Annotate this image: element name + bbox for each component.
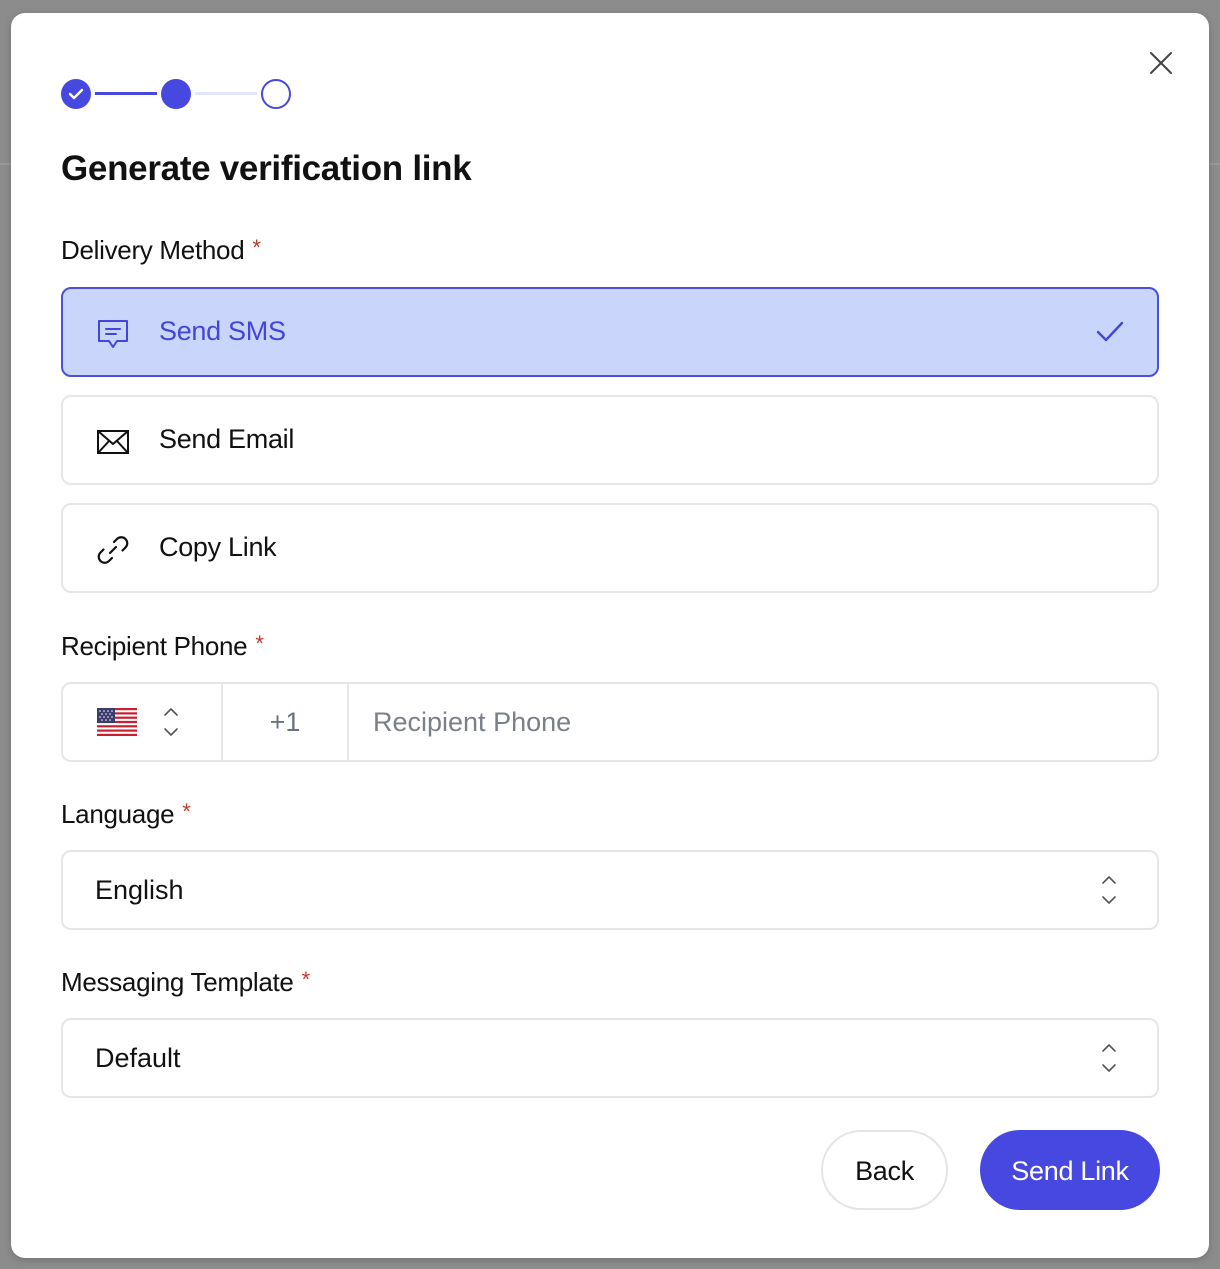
required-mark: * xyxy=(301,967,311,992)
close-icon xyxy=(1150,52,1172,74)
check-icon xyxy=(1096,321,1124,342)
dialog-title: Generate verification link xyxy=(61,149,472,188)
step-connector-upcoming xyxy=(195,92,257,95)
delivery-method-label-text: Delivery Method xyxy=(61,235,245,265)
recipient-phone-label-text: Recipient Phone xyxy=(61,631,248,661)
required-mark: * xyxy=(182,799,191,824)
recipient-phone-label: Recipient Phone * xyxy=(61,631,264,662)
link-icon xyxy=(97,536,129,564)
message-icon xyxy=(98,320,128,348)
delivery-option-email[interactable]: Send Email xyxy=(61,395,1159,485)
generate-link-dialog: Generate verification link Delivery Meth… xyxy=(11,13,1209,1258)
required-mark: * xyxy=(252,235,261,260)
language-label: Language * xyxy=(61,799,191,830)
close-button[interactable] xyxy=(1147,49,1175,77)
delivery-option-sms[interactable]: Send SMS xyxy=(61,287,1159,377)
messaging-template-select-value: Default xyxy=(95,1043,181,1073)
delivery-option-label: Copy Link xyxy=(159,532,277,562)
messaging-template-select[interactable]: Default xyxy=(61,1018,1159,1098)
us-flag-icon xyxy=(97,708,137,736)
recipient-phone-input[interactable] xyxy=(349,684,1157,760)
delivery-option-label: Send SMS xyxy=(159,316,286,346)
step-2-current xyxy=(161,79,191,109)
language-select-value: English xyxy=(95,875,184,905)
phone-input-group: +1 xyxy=(61,682,1159,762)
send-link-button[interactable]: Send Link xyxy=(980,1130,1160,1210)
messaging-template-label-text: Messaging Template xyxy=(61,967,294,997)
progress-stepper xyxy=(61,79,301,109)
country-code-select[interactable] xyxy=(63,684,223,760)
envelope-icon xyxy=(97,430,129,454)
check-icon xyxy=(68,88,84,100)
language-select[interactable]: English xyxy=(61,850,1159,930)
dial-code: +1 xyxy=(223,684,349,760)
chevron-up-down-icon xyxy=(1102,876,1116,904)
delivery-option-label: Send Email xyxy=(159,424,295,454)
required-mark: * xyxy=(255,631,264,656)
language-label-text: Language xyxy=(61,799,175,829)
chevron-up-down-icon xyxy=(1102,1044,1116,1072)
step-1-complete xyxy=(61,79,91,109)
step-connector-complete xyxy=(95,92,157,95)
back-button[interactable]: Back xyxy=(821,1130,948,1210)
delivery-option-copy-link[interactable]: Copy Link xyxy=(61,503,1159,593)
chevron-up-down-icon xyxy=(164,708,178,736)
messaging-template-label: Messaging Template * xyxy=(61,967,310,998)
step-3-upcoming xyxy=(261,79,291,109)
delivery-method-label: Delivery Method * xyxy=(61,235,261,266)
